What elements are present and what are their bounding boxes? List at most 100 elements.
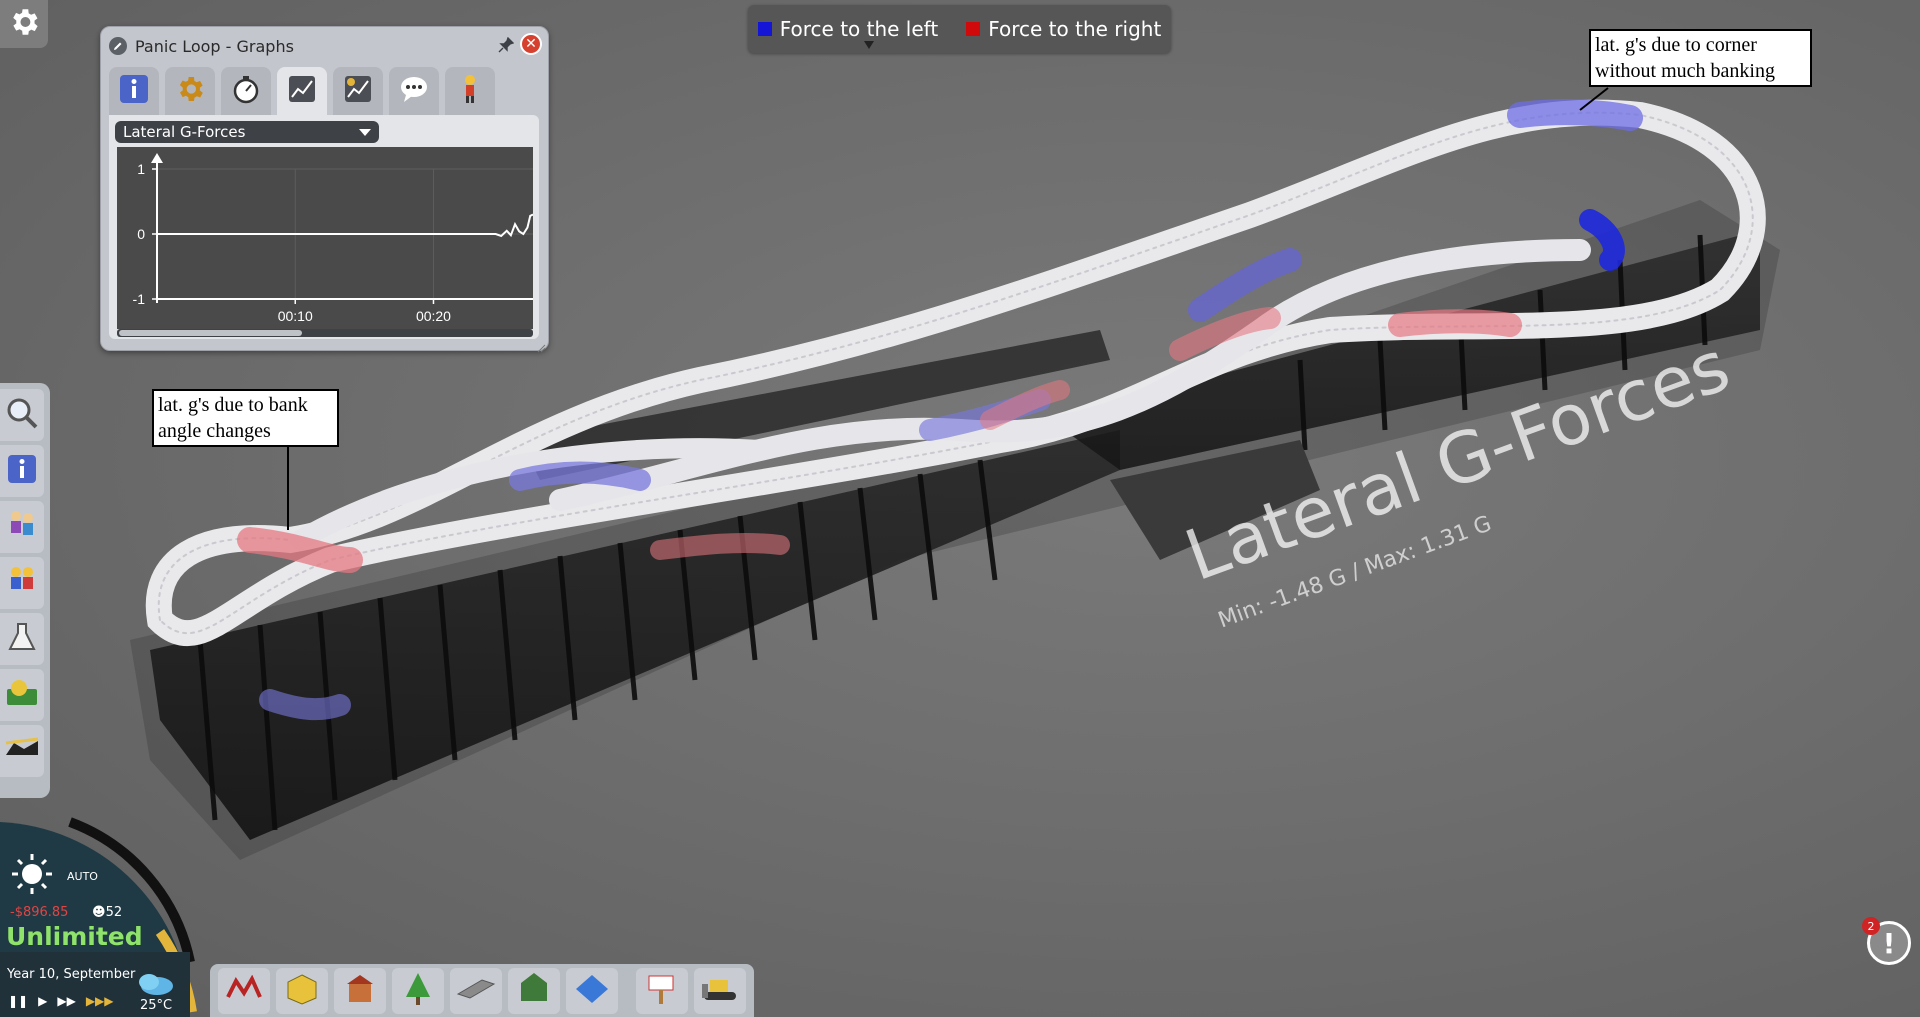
lateral-g-chart: 1 0 -1 00:10 00:20 bbox=[117, 147, 533, 329]
guest-face-icon: ☻ bbox=[92, 905, 106, 920]
paths-icon bbox=[456, 976, 496, 1006]
force-legend: Force to the left Force to the right bbox=[748, 5, 1171, 53]
tab-settings[interactable] bbox=[165, 67, 215, 115]
research-button[interactable] bbox=[0, 613, 44, 665]
close-button[interactable]: ✕ bbox=[520, 33, 542, 55]
tab-finances[interactable] bbox=[333, 67, 383, 115]
guests-button[interactable] bbox=[0, 501, 44, 553]
guest-count: ☻52 bbox=[92, 905, 122, 920]
y-axis-arrow-icon bbox=[151, 153, 163, 163]
blueprint-icon bbox=[574, 973, 610, 1009]
buildings-button[interactable] bbox=[334, 967, 386, 1014]
scenery-button[interactable] bbox=[392, 967, 444, 1014]
info-button[interactable] bbox=[0, 445, 44, 497]
finance-graph-icon bbox=[342, 73, 374, 109]
sun-icon[interactable] bbox=[10, 852, 54, 900]
rides-button[interactable] bbox=[0, 725, 44, 777]
shops-icon bbox=[285, 972, 319, 1010]
tab-stats[interactable] bbox=[221, 67, 271, 115]
weather-mode[interactable]: AUTO bbox=[67, 870, 98, 883]
gear-icon bbox=[7, 5, 41, 43]
rides-icon bbox=[4, 735, 40, 767]
alert-exclamation-icon: ! bbox=[1882, 926, 1896, 960]
buildings-icon bbox=[343, 972, 377, 1010]
resize-grip-icon[interactable] bbox=[536, 338, 546, 353]
tab-maintenance[interactable] bbox=[445, 67, 495, 115]
pin-icon[interactable] bbox=[496, 35, 516, 55]
graph-panel: Lateral G-Forces 1 0 -1 00:10 00:20 bbox=[109, 115, 539, 339]
park-status-hud: AUTO -$896.85 ☻52 Unlimited Year 10, Sep… bbox=[0, 812, 200, 1017]
finances-icon bbox=[5, 677, 39, 713]
mechanic-icon bbox=[454, 73, 486, 109]
settings-cog-icon bbox=[174, 73, 206, 109]
rename-pen-icon[interactable] bbox=[109, 37, 127, 55]
window-title-bar[interactable]: Panic Loop - Graphs bbox=[109, 33, 540, 59]
play-icon[interactable]: ▶ bbox=[38, 994, 47, 1008]
chart-svg: 1 0 -1 00:10 00:20 bbox=[133, 153, 533, 324]
graph-type-dropdown[interactable]: Lateral G-Forces bbox=[115, 121, 379, 143]
search-icon bbox=[5, 396, 39, 434]
legend-label-left: Force to the left bbox=[779, 17, 939, 41]
left-toolbar bbox=[0, 383, 50, 798]
blueprints-button[interactable] bbox=[566, 967, 618, 1014]
corner-callout: lat. g's due to corner without much bank… bbox=[1589, 29, 1812, 87]
legend-item-left: Force to the left bbox=[757, 17, 939, 41]
info-icon bbox=[118, 73, 150, 109]
guests-icon bbox=[5, 508, 39, 546]
tab-info[interactable] bbox=[109, 67, 159, 115]
pause-icon[interactable]: ❚❚ bbox=[8, 994, 28, 1008]
x-tick-label: 00:10 bbox=[278, 308, 313, 324]
coaster-build-button[interactable] bbox=[218, 967, 270, 1014]
settings-button[interactable] bbox=[0, 0, 48, 48]
window-title: Panic Loop - Graphs bbox=[135, 36, 294, 56]
fastest-forward-icon[interactable]: ▶▶▶ bbox=[86, 994, 114, 1008]
coaster-build-icon bbox=[226, 974, 262, 1007]
legend-swatch-right bbox=[966, 22, 981, 36]
legend-item-right: Force to the right bbox=[966, 17, 1161, 41]
graph-scrollbar-thumb[interactable] bbox=[119, 330, 302, 336]
y-tick-label: 1 bbox=[137, 161, 145, 177]
y-tick-label: -1 bbox=[133, 291, 146, 307]
bank-callout: lat. g's due to bank angle changes bbox=[152, 389, 339, 447]
window-tabs bbox=[109, 67, 495, 117]
speech-bubble-icon bbox=[398, 73, 430, 109]
y-tick-label: 0 bbox=[137, 226, 145, 242]
bulldozer-icon bbox=[700, 974, 740, 1008]
terrain-icon bbox=[517, 971, 551, 1011]
graphs-window[interactable]: Panic Loop - Graphs ✕ Lateral G-Forces 1… bbox=[100, 26, 549, 353]
graph-scrollbar[interactable] bbox=[117, 329, 533, 337]
close-icon: ✕ bbox=[525, 36, 537, 52]
finances-button[interactable] bbox=[0, 669, 44, 721]
fast-forward-icon[interactable]: ▶▶ bbox=[57, 994, 75, 1008]
speed-controls: ❚❚ ▶ ▶▶ ▶▶▶ bbox=[8, 994, 114, 1008]
graph-icon bbox=[286, 73, 318, 109]
x-tick-label: 00:20 bbox=[416, 308, 451, 324]
shops-button[interactable] bbox=[276, 967, 328, 1014]
date-display: Year 10, September bbox=[7, 967, 136, 982]
guest-count-value: 52 bbox=[105, 905, 123, 920]
legend-caret-icon bbox=[864, 41, 874, 49]
budget-label: Unlimited bbox=[6, 922, 143, 951]
bulldozer-button[interactable] bbox=[694, 967, 746, 1014]
paint-icon bbox=[645, 972, 679, 1010]
scenery-tree-icon bbox=[401, 971, 435, 1011]
staff-button[interactable] bbox=[0, 557, 44, 609]
tab-guest-thoughts[interactable] bbox=[389, 67, 439, 115]
paint-button[interactable] bbox=[636, 967, 688, 1014]
partly-cloudy-icon bbox=[135, 968, 175, 1002]
research-icon bbox=[7, 621, 37, 657]
search-button[interactable] bbox=[0, 389, 44, 441]
temperature: 25°C bbox=[140, 998, 173, 1013]
staff-icon bbox=[5, 564, 39, 602]
graph-type-value: Lateral G-Forces bbox=[123, 123, 246, 141]
stopwatch-icon bbox=[230, 73, 262, 109]
chevron-down-icon bbox=[359, 129, 371, 136]
lateral-g-series-line bbox=[157, 213, 533, 238]
legend-label-right: Force to the right bbox=[988, 17, 1162, 41]
tab-graphs[interactable] bbox=[277, 67, 327, 115]
terrain-button[interactable] bbox=[508, 967, 560, 1014]
legend-swatch-left bbox=[757, 22, 772, 36]
paths-button[interactable] bbox=[450, 967, 502, 1014]
info-icon bbox=[6, 453, 38, 489]
money-display: -$896.85 bbox=[10, 905, 69, 920]
